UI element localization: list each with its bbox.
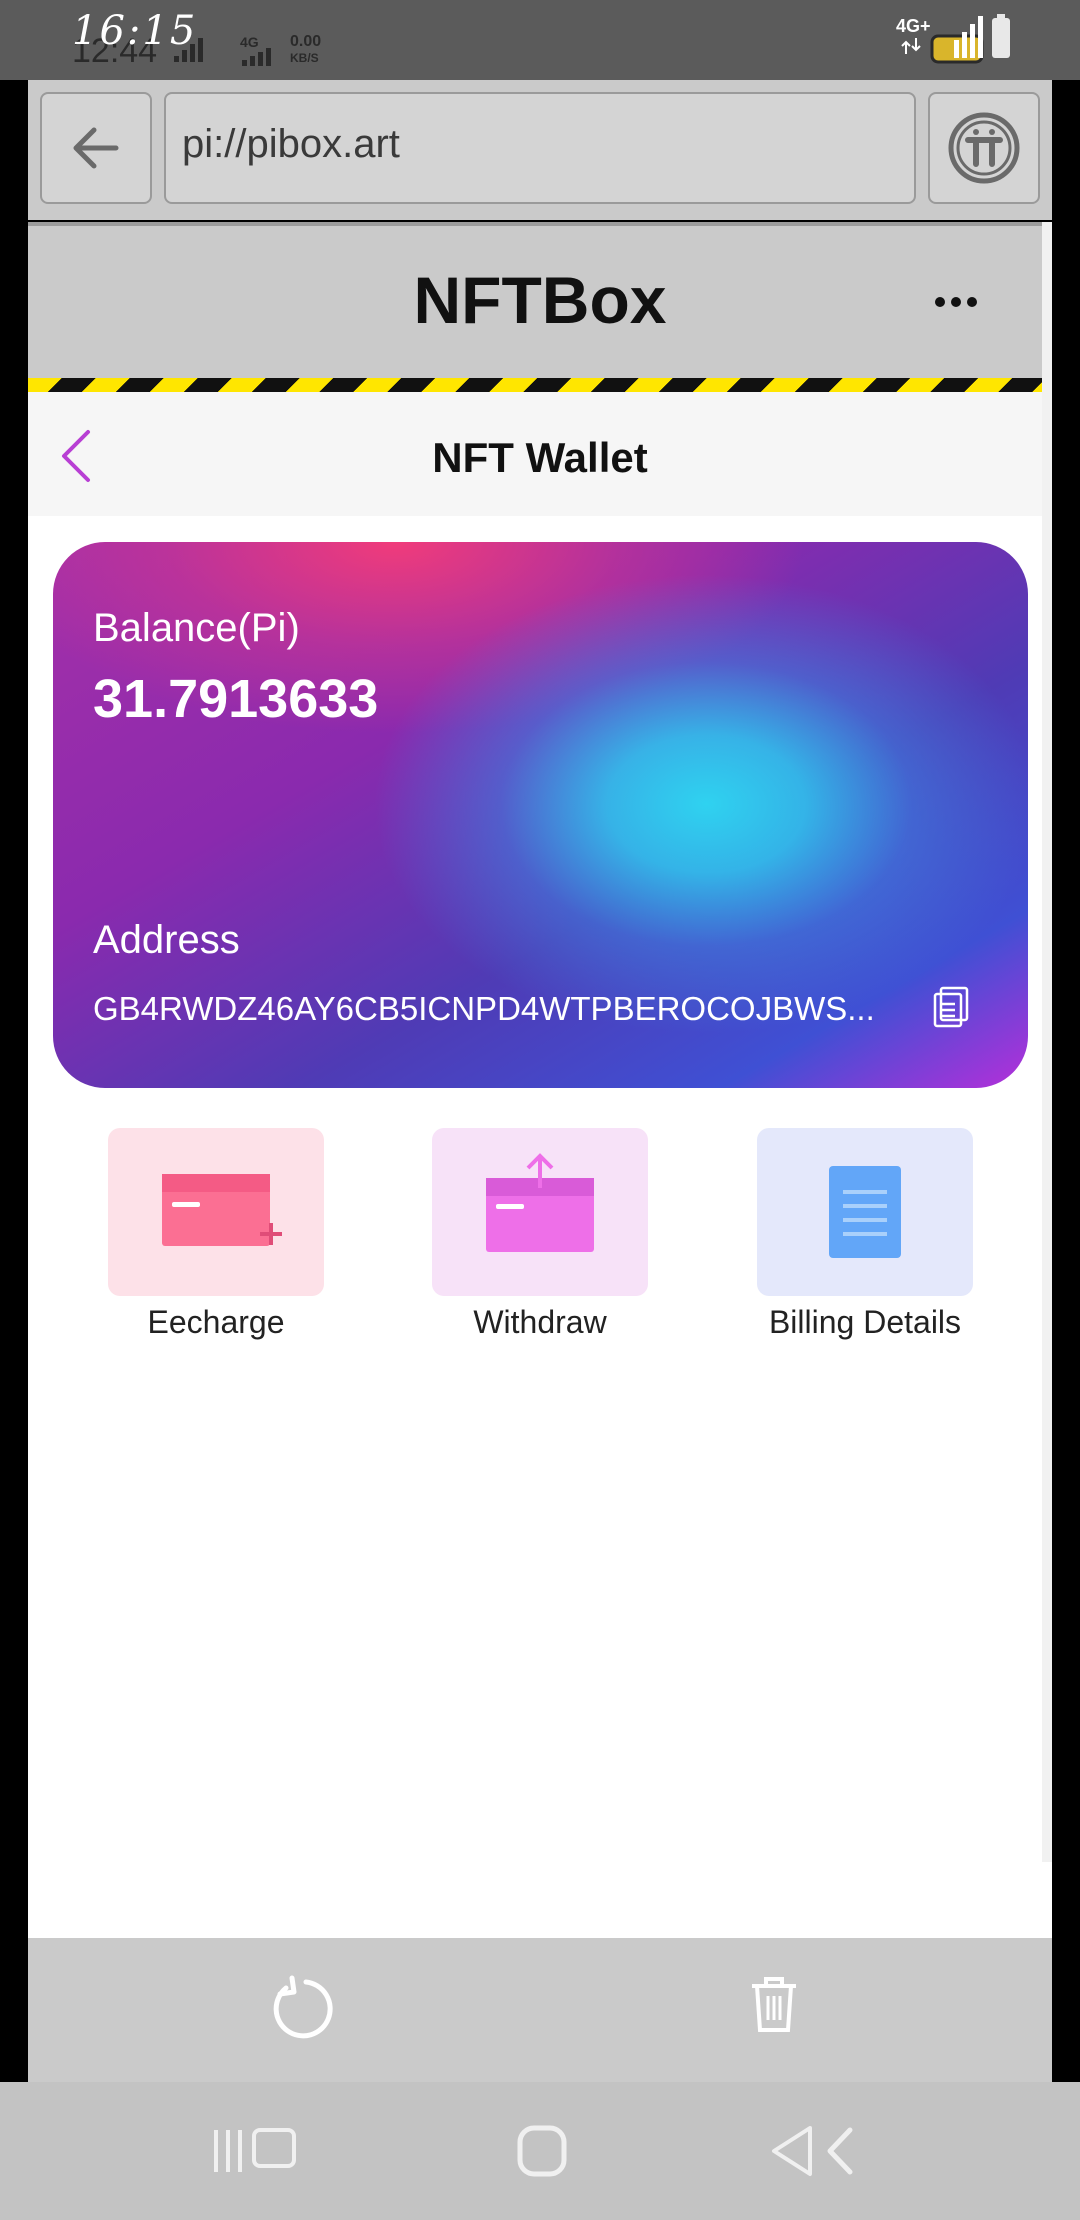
copy-address-button[interactable] (933, 986, 969, 1028)
scrollbar[interactable] (1042, 222, 1052, 1862)
recharge-button[interactable] (108, 1128, 324, 1296)
browser-toolbar (28, 1938, 1052, 2082)
address-label: Address (93, 918, 240, 962)
network-badge: 4G+ (896, 16, 931, 36)
app-header: NFTBox (28, 222, 1052, 378)
delete-button[interactable] (748, 1974, 800, 2034)
home-button[interactable] (516, 2124, 568, 2178)
signal-icon (174, 38, 203, 62)
network-speed: 0.00 KB/S (290, 34, 321, 66)
recharge-label: Eecharge (147, 1304, 285, 1340)
hazard-stripe (28, 378, 1052, 392)
card-plus-icon (162, 1174, 282, 1246)
network-speed-unit: KB/S (290, 51, 319, 65)
browser-address-bar: pi://pibox.art (28, 80, 1052, 220)
status-bar: 12:44 16:15 4G 0.00 KB/S 4G+ (0, 0, 1080, 80)
url-text: pi://pibox.art (182, 122, 400, 166)
url-input[interactable]: pi://pibox.art (164, 92, 916, 204)
billing-details-button[interactable] (757, 1128, 973, 1296)
back-triangle-icon (772, 2126, 853, 2176)
card-upload-icon (486, 1153, 594, 1252)
system-navigation-bar (0, 2082, 1080, 2220)
reload-button[interactable] (266, 1974, 334, 2042)
battery-signal-icon (930, 14, 1010, 64)
data-arrows-icon (901, 38, 921, 54)
browser-back-button[interactable] (40, 92, 152, 204)
withdraw-label: Withdraw (473, 1304, 607, 1340)
home-icon (517, 2125, 567, 2177)
trash-icon (752, 1977, 796, 2032)
document-list-icon (829, 1166, 901, 1258)
recents-icon (214, 2128, 296, 2172)
network-speed-value: 0.00 (290, 33, 322, 50)
system-back-button[interactable] (768, 2124, 862, 2178)
more-options-button[interactable] (932, 282, 1004, 322)
billing-details-label: Billing Details (768, 1304, 962, 1340)
withdraw-button[interactable] (432, 1128, 648, 1296)
recents-button[interactable] (210, 2126, 306, 2176)
page-title: NFT Wallet (432, 434, 648, 481)
balance-value: 31.7913633 (93, 669, 379, 729)
page-nav-bar: NFT Wallet (28, 392, 1052, 516)
app-frame: NFTBox NFT Wallet Balance(Pi) 31.7913633… (28, 222, 1052, 1938)
wallet-card: Balance(Pi) 31.7913633 Address GB4RWDZ46… (53, 542, 1028, 1088)
reload-icon (273, 1975, 333, 2039)
pi-logo-icon (948, 112, 1020, 184)
arrow-left-icon (73, 127, 119, 169)
app-title: NFTBox (413, 263, 667, 337)
address-value: GB4RWDZ46AY6CB5ICNPD4WTPBEROCOJBWS... (93, 990, 875, 1027)
balance-label: Balance(Pi) (93, 606, 300, 650)
signal-icon-secondary (242, 48, 271, 66)
copy-icon (933, 986, 969, 1028)
more-dots-icon (932, 297, 980, 326)
pi-browser-button[interactable] (928, 92, 1040, 204)
